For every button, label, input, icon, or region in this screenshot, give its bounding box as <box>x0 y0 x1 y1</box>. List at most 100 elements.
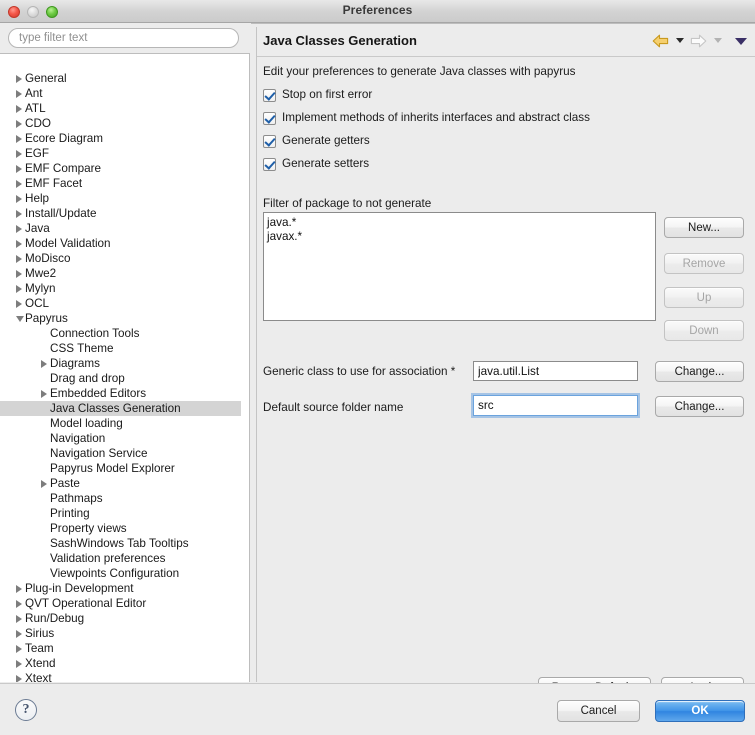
checkbox-icon[interactable] <box>263 135 276 148</box>
help-question-mark-icon[interactable]: ? <box>15 699 37 721</box>
sidebar-item-egf[interactable]: EGF <box>0 146 249 161</box>
tree-expander-closed-icon[interactable] <box>16 300 22 308</box>
tree-expander-closed-icon[interactable] <box>41 480 47 488</box>
tree-expander-closed-icon[interactable] <box>16 615 22 623</box>
sidebar-item-java[interactable]: Java <box>0 221 249 236</box>
sidebar-item-navigation[interactable]: Navigation <box>0 431 249 446</box>
sidebar-item-paste[interactable]: Paste <box>0 476 249 491</box>
sidebar-item-install-update[interactable]: Install/Update <box>0 206 249 221</box>
tree-expander-closed-icon[interactable] <box>16 270 22 278</box>
list-item[interactable]: javax.* <box>267 230 655 244</box>
tree-expander-closed-icon[interactable] <box>16 195 22 203</box>
tree-expander-closed-icon[interactable] <box>16 225 22 233</box>
package-filter-list[interactable]: java.* javax.* <box>263 212 656 321</box>
sidebar-item-navigation-service[interactable]: Navigation Service <box>0 446 249 461</box>
sidebar-item-xtext[interactable]: Xtext <box>0 671 249 682</box>
filter-input[interactable] <box>8 28 239 48</box>
sidebar-item-papyrus[interactable]: Papyrus <box>0 311 249 326</box>
forward-dropdown-icon <box>713 38 722 44</box>
sidebar-item-printing[interactable]: Printing <box>0 506 249 521</box>
sidebar-item-ecore-diagram[interactable]: Ecore Diagram <box>0 131 249 146</box>
sidebar-item-sirius[interactable]: Sirius <box>0 626 249 641</box>
tree-expander-closed-icon[interactable] <box>16 585 22 593</box>
sidebar-item-label: Model Validation <box>25 237 111 250</box>
tree-expander-closed-icon[interactable] <box>16 600 22 608</box>
sidebar-item-run-debug[interactable]: Run/Debug <box>0 611 249 626</box>
sidebar-item-help[interactable]: Help <box>0 191 249 206</box>
source-folder-input[interactable] <box>473 395 638 416</box>
sidebar-item-ant[interactable]: Ant <box>0 86 249 101</box>
change-source-folder-button[interactable]: Change... <box>655 396 744 417</box>
list-item[interactable]: java.* <box>267 216 655 230</box>
up-button[interactable]: Up <box>664 287 744 308</box>
generic-class-input[interactable] <box>473 361 638 381</box>
sidebar-item-connection-tools[interactable]: Connection Tools <box>0 326 249 341</box>
tree-expander-closed-icon[interactable] <box>16 630 22 638</box>
checkbox-icon[interactable] <box>263 112 276 125</box>
sidebar-item-emf-facet[interactable]: EMF Facet <box>0 176 249 191</box>
sidebar-item-papyrus-model-explorer[interactable]: Papyrus Model Explorer <box>0 461 249 476</box>
cancel-button[interactable]: Cancel <box>557 700 640 722</box>
tree-expander-closed-icon[interactable] <box>16 165 22 173</box>
sidebar-item-emf-compare[interactable]: EMF Compare <box>0 161 249 176</box>
sidebar-item-pathmaps[interactable]: Pathmaps <box>0 491 249 506</box>
tree-expander-closed-icon[interactable] <box>16 150 22 158</box>
source-folder-label: Default source folder name <box>263 401 404 414</box>
tree-expander-closed-icon[interactable] <box>16 90 22 98</box>
tree-expander-closed-icon[interactable] <box>41 360 47 368</box>
tree-expander-closed-icon[interactable] <box>41 390 47 398</box>
ok-button[interactable]: OK <box>655 700 745 722</box>
sidebar-item-atl[interactable]: ATL <box>0 101 249 116</box>
page-menu-chevron-down-icon[interactable] <box>735 37 747 45</box>
sidebar-item-validation-preferences[interactable]: Validation preferences <box>0 551 249 566</box>
remove-button[interactable]: Remove <box>664 253 744 274</box>
tree-expander-closed-icon[interactable] <box>16 105 22 113</box>
sidebar-item-label: EMF Compare <box>25 162 101 175</box>
down-button[interactable]: Down <box>664 320 744 341</box>
sidebar-item-property-views[interactable]: Property views <box>0 521 249 536</box>
checkbox-icon[interactable] <box>263 158 276 171</box>
tree-expander-closed-icon[interactable] <box>16 210 22 218</box>
checkbox-icon[interactable] <box>263 89 276 102</box>
sidebar-item-label: Printing <box>50 507 90 520</box>
sidebar-item-team[interactable]: Team <box>0 641 249 656</box>
sidebar-item-label: CSS Theme <box>50 342 114 355</box>
sidebar-item-qvt-operational-editor[interactable]: QVT Operational Editor <box>0 596 249 611</box>
tree-expander-closed-icon[interactable] <box>16 675 22 682</box>
preferences-tree[interactable]: General Ant ATL CDO Ecore Diagram EGF EMF Comp… <box>0 53 250 682</box>
sidebar-item-ocl[interactable]: OCL <box>0 296 249 311</box>
tree-expander-closed-icon[interactable] <box>16 240 22 248</box>
sidebar-item-mwe2[interactable]: Mwe2 <box>0 266 249 281</box>
sidebar-item-label: Viewpoints Configuration <box>50 567 180 580</box>
sidebar-item-embedded-editors[interactable]: Embedded Editors <box>0 386 249 401</box>
sidebar-item-xtend[interactable]: Xtend <box>0 656 249 671</box>
change-generic-class-button[interactable]: Change... <box>655 361 744 382</box>
back-arrow-icon[interactable] <box>652 34 669 48</box>
tree-expander-closed-icon[interactable] <box>16 645 22 653</box>
sidebar-item-sashwindows-tab-tooltips[interactable]: SashWindows Tab Tooltips <box>0 536 249 551</box>
tree-expander-closed-icon[interactable] <box>16 135 22 143</box>
new-button[interactable]: New... <box>664 217 744 238</box>
tree-expander-closed-icon[interactable] <box>16 285 22 293</box>
sidebar-item-model-validation[interactable]: Model Validation <box>0 236 249 251</box>
sidebar-item-css-theme[interactable]: CSS Theme <box>0 341 249 356</box>
sidebar-item-drag-and-drop[interactable]: Drag and drop <box>0 371 249 386</box>
sidebar-item-plug-in-development[interactable]: Plug-in Development <box>0 581 249 596</box>
sidebar-item-diagrams[interactable]: Diagrams <box>0 356 249 371</box>
sidebar-item-viewpoints-configuration[interactable]: Viewpoints Configuration <box>0 566 249 581</box>
sidebar-item-java-classes-generation[interactable]: Java Classes Generation <box>0 401 241 416</box>
sidebar-item-modisco[interactable]: MoDisco <box>0 251 249 266</box>
tree-expander-closed-icon[interactable] <box>16 180 22 188</box>
sidebar-item-general[interactable]: General <box>0 71 249 86</box>
preference-page-panel: Java Classes Generation Edit your prefer… <box>251 23 755 699</box>
tree-expander-closed-icon[interactable] <box>16 660 22 668</box>
back-dropdown-icon[interactable] <box>675 38 684 44</box>
sidebar-item-model-loading[interactable]: Model loading <box>0 416 249 431</box>
tree-expander-open-icon[interactable] <box>16 316 24 322</box>
tree-expander-closed-icon[interactable] <box>16 75 22 83</box>
tree-expander-closed-icon[interactable] <box>16 255 22 263</box>
sidebar-item-cdo[interactable]: CDO <box>0 116 249 131</box>
back-arrow-group[interactable] <box>652 32 684 50</box>
tree-expander-closed-icon[interactable] <box>16 120 22 128</box>
sidebar-item-mylyn[interactable]: Mylyn <box>0 281 249 296</box>
